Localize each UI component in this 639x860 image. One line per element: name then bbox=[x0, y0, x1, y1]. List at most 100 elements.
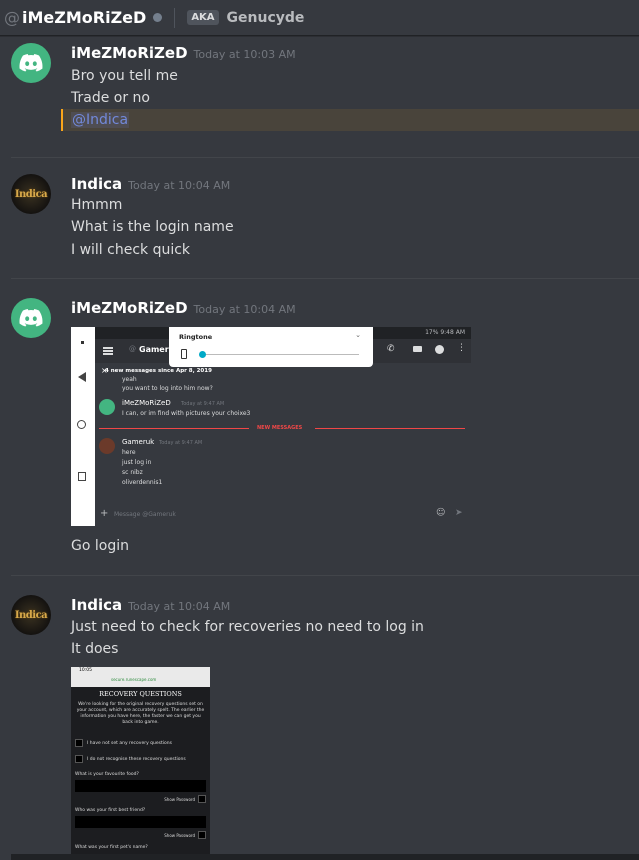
message-timestamp: Today at 10:04 AM bbox=[128, 179, 231, 192]
message-list[interactable]: iMeZMoRiZeD Today at 10:03 AM Bro you tel… bbox=[0, 36, 639, 860]
message-header: iMeZMoRiZeD Today at 10:04 AM bbox=[71, 298, 296, 317]
phone-emoji-icon: ☺ bbox=[436, 508, 446, 518]
dm-header: @ iMeZMoRiZeD AKA Genucyde bbox=[0, 0, 639, 36]
question-label: Who was your first best friend? bbox=[75, 808, 146, 813]
ringtone-volume-panel: Ringtone ⌄ bbox=[169, 327, 373, 367]
phone-gameruk-avatar bbox=[99, 438, 115, 454]
phone-message-line: you want to log into him now? bbox=[122, 385, 213, 392]
discord-logo-icon bbox=[19, 54, 43, 72]
phone-send-icon: ➤ bbox=[455, 508, 463, 518]
new-messages-banner: 4 new messages since Apr 8, 2019 bbox=[105, 368, 212, 374]
option-label: I do not recognise these recovery questi… bbox=[87, 757, 186, 762]
phone-at-icon: @ bbox=[129, 345, 136, 353]
call-icon: ✆ bbox=[387, 344, 395, 354]
chevron-down-icon: ⌄ bbox=[355, 331, 361, 339]
message-divider bbox=[11, 575, 639, 576]
new-messages-label: NEW MESSAGES bbox=[257, 425, 303, 431]
phone-message-input: Message @Gameruk bbox=[114, 511, 176, 518]
message-line: Just need to check for recoveries no nee… bbox=[71, 619, 424, 635]
discord-default-avatar[interactable] bbox=[11, 43, 51, 83]
phone-add-icon: + bbox=[100, 508, 109, 519]
phone-message-line: just log in bbox=[122, 459, 152, 466]
volume-track bbox=[203, 354, 359, 355]
message-header: Indica Today at 10:04 AM bbox=[71, 174, 230, 193]
new-messages-divider bbox=[315, 428, 465, 429]
vibrate-icon bbox=[181, 349, 187, 359]
user-mention[interactable]: @Indica bbox=[71, 112, 130, 128]
phone-message-author: iMeZMoRiZeD bbox=[122, 399, 171, 407]
offline-status-icon bbox=[153, 13, 163, 22]
phone-message-line: yeah bbox=[122, 376, 137, 383]
discord-logo-icon bbox=[19, 309, 43, 327]
phone-message-timestamp: Today at 9:47 AM bbox=[181, 401, 225, 407]
show-password-label: Show Password bbox=[164, 797, 195, 802]
ringtone-title: Ringtone bbox=[179, 333, 213, 341]
horizontal-scrollbar[interactable] bbox=[11, 854, 639, 860]
phone-discord-avatar bbox=[99, 399, 115, 415]
profile-icon bbox=[435, 345, 444, 354]
message-author[interactable]: iMeZMoRiZeD bbox=[71, 44, 188, 62]
checkbox-icon bbox=[75, 739, 83, 747]
message-line: Hmmm bbox=[71, 197, 123, 213]
recents-icon bbox=[78, 472, 86, 481]
phone-message-line: I can, or im find with pictures your cho… bbox=[122, 410, 251, 417]
aka-badge: AKA bbox=[187, 10, 219, 25]
message-timestamp: Today at 10:04 AM bbox=[193, 303, 296, 316]
message-header: iMeZMoRiZeD Today at 10:03 AM bbox=[71, 43, 296, 62]
image-attachment[interactable]: 10:05 secure.runescape.com RECOVERY QUES… bbox=[71, 667, 210, 860]
question-label: What is your favourite food? bbox=[75, 772, 139, 777]
checkbox-icon bbox=[75, 755, 83, 763]
hamburger-icon bbox=[103, 347, 113, 349]
message-timestamp: Today at 10:04 AM bbox=[128, 600, 231, 613]
volume-slider-knob bbox=[199, 351, 206, 358]
message-line: What is the login name bbox=[71, 219, 234, 235]
show-password-label: Show Password bbox=[164, 833, 195, 838]
phone-message-author: Gameruk bbox=[122, 438, 155, 446]
recovery-intro: We're looking for the original recovery … bbox=[76, 702, 205, 725]
browser-url: secure.runescape.com bbox=[111, 677, 157, 682]
phone-message-timestamp: Today at 9:47 AM bbox=[159, 440, 203, 446]
phone-message-line: oliverdennis1 bbox=[122, 479, 163, 486]
phone-message-line: here bbox=[122, 449, 136, 456]
message-author[interactable]: Indica bbox=[71, 596, 122, 614]
message-line: Trade or no bbox=[71, 90, 150, 106]
message-author[interactable]: iMeZMoRiZeD bbox=[71, 299, 188, 317]
android-nav-bar bbox=[71, 327, 95, 526]
at-icon: @ bbox=[4, 8, 20, 27]
message-line: @Indica bbox=[71, 109, 130, 131]
checkbox-icon bbox=[198, 795, 206, 803]
recovery-form: RECOVERY QUESTIONS We're looking for the… bbox=[71, 687, 210, 860]
message-line: Bro you tell me bbox=[71, 68, 178, 84]
checkbox-icon bbox=[198, 831, 206, 839]
message-timestamp: Today at 10:03 AM bbox=[193, 48, 296, 61]
dm-username[interactable]: iMeZMoRiZeD bbox=[22, 8, 146, 27]
indica-avatar[interactable]: Indica bbox=[11, 174, 51, 214]
recovery-title: RECOVERY QUESTIONS bbox=[99, 690, 182, 698]
nickname: Genucyde bbox=[226, 9, 305, 26]
message-line: Go login bbox=[71, 538, 129, 554]
message-header: Indica Today at 10:04 AM bbox=[71, 595, 230, 614]
discord-default-avatar[interactable] bbox=[11, 298, 51, 338]
answer-field bbox=[75, 816, 206, 828]
message-divider bbox=[11, 278, 639, 279]
home-icon bbox=[77, 420, 86, 429]
phone-time: 10:05 bbox=[79, 668, 92, 673]
video-icon bbox=[413, 346, 422, 352]
browser-bar: 10:05 secure.runescape.com bbox=[71, 667, 210, 687]
mention-highlight bbox=[61, 109, 639, 131]
phone-message-line: sc nibz bbox=[122, 469, 143, 476]
message-author[interactable]: Indica bbox=[71, 175, 122, 193]
more-icon: ⋮ bbox=[457, 343, 466, 353]
message-divider bbox=[11, 157, 639, 158]
question-label: What was your first pet's name? bbox=[75, 845, 148, 850]
message-line: I will check quick bbox=[71, 242, 191, 258]
indica-avatar[interactable]: Indica bbox=[11, 595, 51, 635]
back-icon bbox=[78, 372, 86, 382]
nav-dot-icon bbox=[81, 341, 84, 344]
image-attachment[interactable]: 17% 9:48 AM @ Gameruk ✆ ⋮ 4 new messages… bbox=[71, 327, 471, 526]
message-line: It does bbox=[71, 641, 119, 657]
answer-field bbox=[75, 780, 206, 792]
option-label: I have not set any recovery questions bbox=[87, 741, 172, 746]
new-messages-divider bbox=[99, 428, 249, 429]
header-divider bbox=[174, 7, 176, 28]
